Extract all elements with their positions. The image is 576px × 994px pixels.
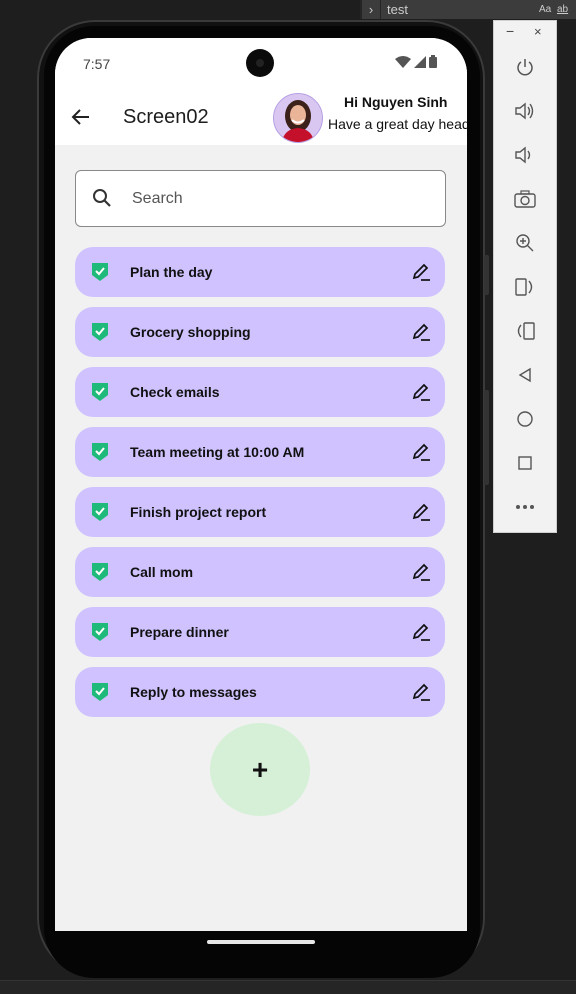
close-button[interactable]: × (534, 24, 542, 39)
todo-label: Team meeting at 10:00 AM (130, 444, 305, 460)
page-title: Screen02 (123, 106, 209, 128)
more-icon[interactable] (513, 495, 537, 519)
shield-check-icon[interactable] (91, 562, 109, 582)
todo-label: Call mom (130, 564, 194, 580)
search-field[interactable] (75, 170, 446, 227)
edit-pencil-icon[interactable] (411, 262, 431, 282)
todo-item[interactable]: Prepare dinner (75, 607, 445, 657)
todo-item[interactable]: Check emails (75, 367, 445, 417)
todo-label: Grocery shopping (130, 324, 251, 340)
front-camera (246, 49, 274, 77)
status-bar: 7:57 (55, 38, 467, 88)
minimize-button[interactable]: − (506, 23, 514, 39)
app-bar: Screen02 Hi Nguyen Sinh Have a great day… (55, 88, 467, 145)
todo-label: Check emails (130, 384, 220, 400)
edit-pencil-icon[interactable] (411, 622, 431, 642)
todo-item[interactable]: Finish project report (75, 487, 445, 537)
shield-check-icon[interactable] (91, 622, 109, 642)
avatar-portrait (274, 94, 322, 142)
edit-pencil-icon[interactable] (411, 502, 431, 522)
match-word-toggle[interactable]: ab (557, 0, 568, 19)
ide-bottom-bar (0, 980, 576, 994)
battery-icon (429, 55, 437, 68)
chevron-right-icon[interactable]: › (362, 0, 380, 19)
phone-side-button (484, 255, 489, 295)
shield-check-icon[interactable] (91, 322, 109, 342)
home-indicator[interactable] (207, 940, 315, 944)
overview-icon[interactable] (513, 451, 537, 475)
zoom-icon[interactable] (513, 231, 537, 255)
match-case-toggle[interactable]: Aa (539, 0, 551, 19)
todo-list: Plan the day Grocery shopping Check emai… (75, 247, 445, 727)
home-icon[interactable] (513, 407, 537, 431)
edit-pencil-icon[interactable] (411, 682, 431, 702)
shield-check-icon[interactable] (91, 442, 109, 462)
ide-search-field[interactable]: test Aa ab (381, 0, 576, 19)
camera-icon[interactable] (513, 187, 537, 211)
todo-label: Plan the day (130, 264, 213, 280)
back-icon[interactable] (513, 363, 537, 387)
ide-top-bar: › test Aa ab (0, 0, 576, 19)
add-todo-button[interactable]: + (210, 723, 310, 816)
shield-check-icon[interactable] (91, 682, 109, 702)
back-arrow-icon[interactable] (69, 105, 93, 129)
todo-item[interactable]: Reply to messages (75, 667, 445, 717)
shield-check-icon[interactable] (91, 382, 109, 402)
todo-label: Prepare dinner (130, 624, 229, 640)
power-icon[interactable] (513, 55, 537, 79)
emulator-titlebar: − × (494, 21, 556, 45)
avatar[interactable] (273, 93, 323, 143)
edit-pencil-icon[interactable] (411, 382, 431, 402)
todo-label: Reply to messages (130, 684, 257, 700)
shield-check-icon[interactable] (91, 262, 109, 282)
todo-item[interactable]: Call mom (75, 547, 445, 597)
edit-pencil-icon[interactable] (411, 442, 431, 462)
volume-down-icon[interactable] (513, 143, 537, 167)
search-icon (93, 189, 111, 207)
wifi-icon (395, 55, 411, 68)
ide-editor-area (0, 0, 360, 19)
rotate-left-icon[interactable] (513, 275, 537, 299)
status-icons (395, 55, 437, 68)
todo-item[interactable]: Plan the day (75, 247, 445, 297)
shield-check-icon[interactable] (91, 502, 109, 522)
todo-label: Finish project report (130, 504, 267, 520)
rotate-right-icon[interactable] (513, 319, 537, 343)
emulator-toolbar: − × (493, 20, 557, 533)
phone-volume-button (484, 390, 489, 485)
app-screen: 7:57 Screen02 Hi Nguyen Sinh Have a grea… (55, 38, 467, 931)
volume-up-icon[interactable] (513, 99, 537, 123)
search-input[interactable] (130, 185, 424, 213)
edit-pencil-icon[interactable] (411, 562, 431, 582)
greeting-text: Hi Nguyen Sinh (344, 94, 448, 110)
todo-item[interactable]: Team meeting at 10:00 AM (75, 427, 445, 477)
status-time: 7:57 (83, 56, 111, 72)
greeting-subtitle: Have a great day head (328, 116, 467, 132)
todo-item[interactable]: Grocery shopping (75, 307, 445, 357)
signal-icon (414, 55, 426, 68)
edit-pencil-icon[interactable] (411, 322, 431, 342)
ide-search-text: test (387, 2, 408, 17)
